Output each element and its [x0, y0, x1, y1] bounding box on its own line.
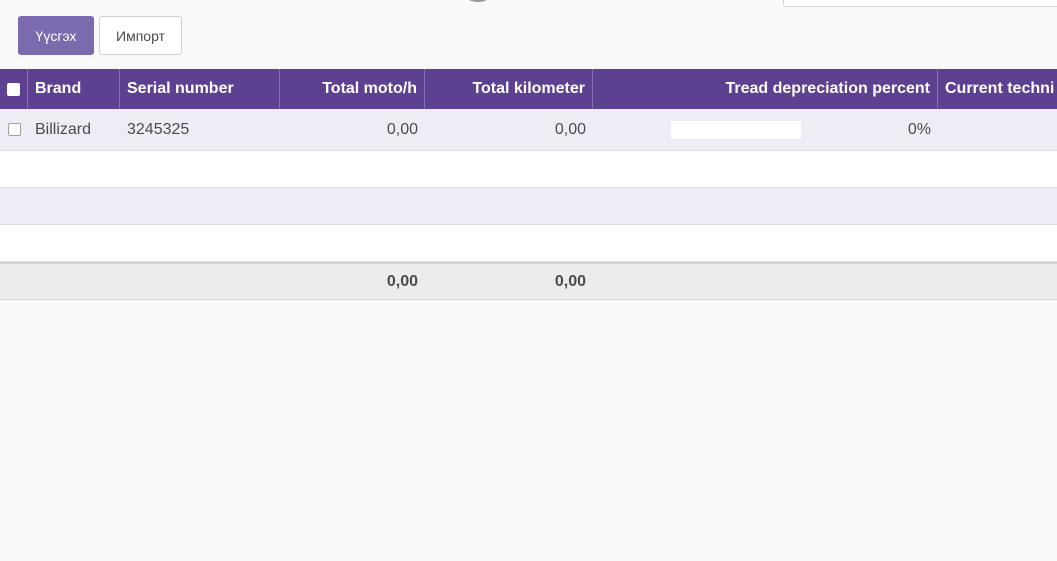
cell-current-technician — [938, 109, 1057, 150]
list-view: Үүсгэх Импорт Brand Serial number Total … — [0, 0, 1057, 561]
table-row[interactable]: Billizard 3245325 0,00 0,00 0% — [0, 109, 1057, 151]
total-moto-h-sum: 0,00 — [386, 272, 418, 290]
cell-serial-number: 3245325 — [127, 120, 190, 138]
row-select-cell — [0, 109, 28, 150]
cell-total-kilometer: 0,00 — [554, 120, 586, 138]
row-checkbox[interactable] — [7, 123, 21, 136]
column-header-tread-depreciation-percent[interactable]: Tread depreciation percent — [593, 69, 938, 109]
select-all-checkbox[interactable] — [7, 82, 20, 96]
column-header-serial-number[interactable]: Serial number — [120, 69, 280, 109]
list-table: Brand Serial number Total moto/h Total k… — [0, 69, 1057, 300]
select-all-cell — [0, 69, 28, 109]
create-button[interactable]: Үүсгэх — [18, 16, 94, 55]
cell-brand: Billizard — [35, 120, 92, 138]
empty-row — [0, 151, 1057, 188]
table-footer-totals: 0,00 0,00 — [0, 262, 1057, 300]
column-header-total-kilometer[interactable]: Total kilometer — [425, 69, 593, 109]
import-button[interactable]: Импорт — [99, 16, 182, 55]
column-header-total-moto-h[interactable]: Total moto/h — [280, 69, 425, 109]
search-input[interactable] — [783, 0, 1057, 7]
total-kilometer-sum: 0,00 — [554, 272, 586, 290]
tread-depreciation-progress-bar — [671, 121, 801, 139]
column-header-brand[interactable]: Brand — [28, 69, 120, 109]
cell-tread-depreciation-percent: 0% — [907, 120, 931, 138]
table-header: Brand Serial number Total moto/h Total k… — [0, 69, 1057, 109]
empty-row — [0, 225, 1057, 262]
column-header-current-technician[interactable]: Current techni — [938, 69, 1057, 109]
loading-spinner-icon — [462, 0, 494, 2]
cell-total-moto-h: 0,00 — [386, 120, 418, 138]
empty-row — [0, 188, 1057, 225]
